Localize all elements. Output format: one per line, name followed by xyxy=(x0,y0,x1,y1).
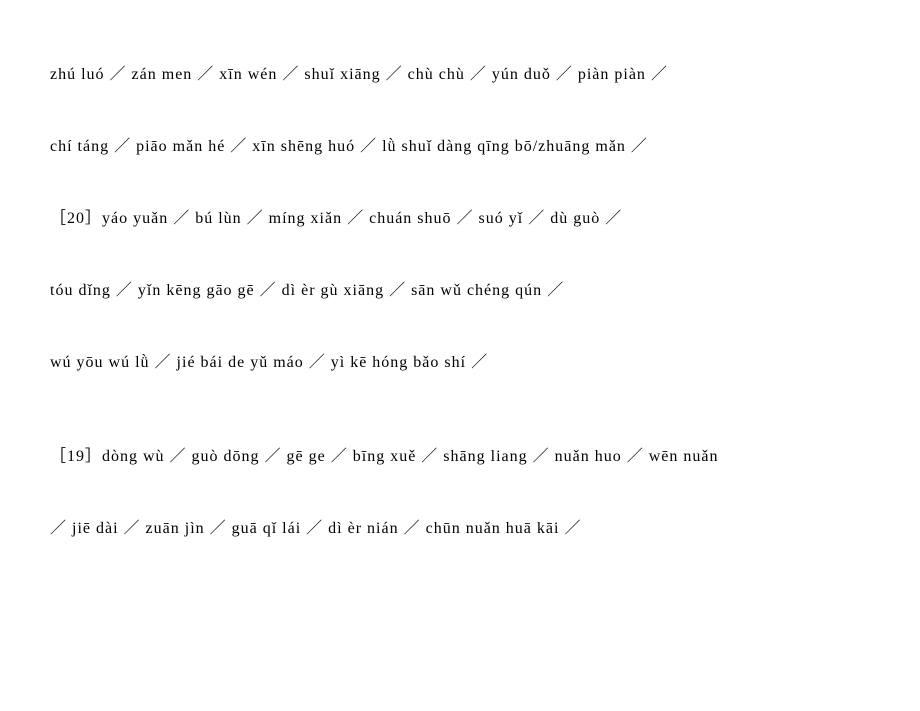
text-line: ［20］yáo yuǎn ／ bú lùn ／ míng xiǎn ／ chuá… xyxy=(50,204,870,228)
text-line: ［19］dòng wù ／ guò dōng ／ gē ge ／ bīng xu… xyxy=(50,442,870,466)
text-line: wú yōu wú lǜ ／ jié bái de yǔ máo ／ yì kē… xyxy=(50,348,870,372)
text-line: tóu dǐng ／ yǐn kēng gāo gē ／ dì èr gù xi… xyxy=(50,276,870,300)
text-line: chí táng ／ piāo mǎn hé ／ xīn shēng huó ／… xyxy=(50,132,870,156)
text-line: ／ jiē dài ／ zuān jìn ／ guā qǐ lái ／ dì è… xyxy=(50,514,870,538)
text-line: zhú luó ／ zán men ／ xīn wén ／ shuǐ xiāng… xyxy=(50,60,870,84)
